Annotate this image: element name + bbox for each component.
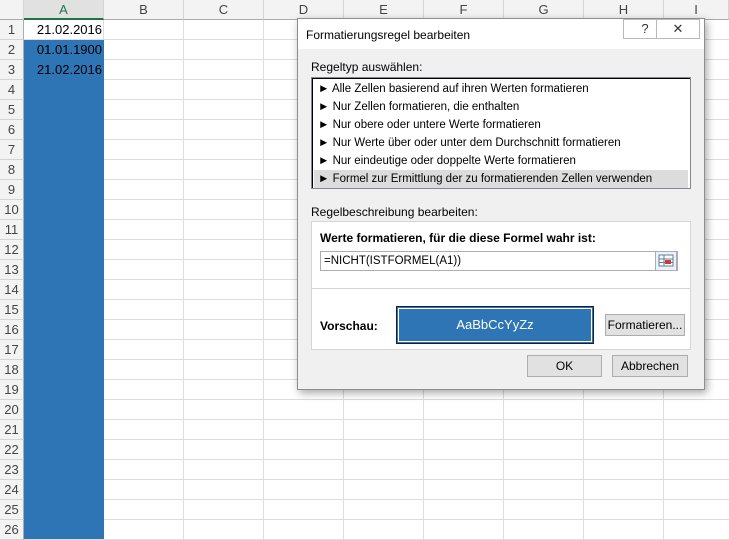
gridline-horizontal <box>24 459 729 460</box>
ruletype-item[interactable]: ► Nur Werte über oder unter dem Durchsch… <box>318 134 684 152</box>
row-header-24[interactable]: 24 <box>0 480 24 500</box>
row-header-13[interactable]: 13 <box>0 260 24 280</box>
select-all-corner[interactable] <box>0 0 24 20</box>
row-header-25[interactable]: 25 <box>0 500 24 520</box>
ruletype-label: Regeltyp auswählen: <box>311 60 423 74</box>
row-header-6[interactable]: 6 <box>0 120 24 140</box>
column-header-g[interactable]: G <box>504 0 584 20</box>
gridline-horizontal <box>24 419 729 420</box>
ruletype-item[interactable]: ► Nur eindeutige oder doppelte Werte for… <box>318 152 684 170</box>
ok-button[interactable]: OK <box>527 355 602 377</box>
ruletype-list[interactable]: ► Alle Zellen basierend auf ihren Werten… <box>311 77 691 189</box>
format-button[interactable]: Formatieren... <box>605 314 685 336</box>
dialog-title: Formatierungsregel bearbeiten <box>306 28 471 42</box>
row-header-2[interactable]: 2 <box>0 40 24 60</box>
row-header-20[interactable]: 20 <box>0 400 24 420</box>
format-rule-dialog: Formatierungsregel bearbeiten ? ✕ Regelt… <box>297 18 705 390</box>
dialog-titlebar[interactable]: Formatierungsregel bearbeiten ? ✕ <box>298 19 704 49</box>
column-header-a[interactable]: A <box>24 0 104 20</box>
description-label: Regelbeschreibung bearbeiten: <box>311 205 478 219</box>
row-header-22[interactable]: 22 <box>0 440 24 460</box>
formula-value: =NICHT(ISTFORMEL(A1)) <box>324 255 462 267</box>
gridline-horizontal <box>24 499 729 500</box>
gridline-horizontal <box>24 439 729 440</box>
description-separator <box>312 288 690 289</box>
cell-a3[interactable]: 21.02.2016 <box>24 60 102 80</box>
row-header-3[interactable]: 3 <box>0 60 24 80</box>
column-header-i[interactable]: I <box>664 0 729 20</box>
ruletype-item[interactable]: ► Nur obere oder untere Werte formatiere… <box>318 116 684 134</box>
row-header-16[interactable]: 16 <box>0 320 24 340</box>
row-header-17[interactable]: 17 <box>0 340 24 360</box>
row-header-1[interactable]: 1 <box>0 20 24 40</box>
formula-label: Werte formatieren, für die diese Formel … <box>320 231 596 245</box>
column-header-b[interactable]: B <box>104 0 184 20</box>
row-header-21[interactable]: 21 <box>0 420 24 440</box>
row-header-10[interactable]: 10 <box>0 200 24 220</box>
row-header-14[interactable]: 14 <box>0 280 24 300</box>
ruletype-item[interactable]: ► Nur Zellen formatieren, die enthalten <box>318 98 684 116</box>
row-header-23[interactable]: 23 <box>0 460 24 480</box>
formula-input[interactable]: =NICHT(ISTFORMEL(A1)) <box>320 251 678 271</box>
column-header-e[interactable]: E <box>344 0 424 20</box>
row-header-12[interactable]: 12 <box>0 240 24 260</box>
format-preview: AaBbCcYyZz <box>396 306 594 344</box>
row-header-5[interactable]: 5 <box>0 100 24 120</box>
row-header-7[interactable]: 7 <box>0 140 24 160</box>
rule-description-panel: Werte formatieren, für die diese Formel … <box>311 221 691 350</box>
row-header-8[interactable]: 8 <box>0 160 24 180</box>
row-header-26[interactable]: 26 <box>0 520 24 540</box>
gridline-horizontal <box>24 479 729 480</box>
help-icon: ? <box>641 21 649 36</box>
range-select-button[interactable] <box>655 251 677 271</box>
row-header-15[interactable]: 15 <box>0 300 24 320</box>
column-header-d[interactable]: D <box>264 0 344 20</box>
ruletype-item-selected[interactable]: ► Formel zur Ermittlung der zu formatier… <box>314 170 688 188</box>
row-header-4[interactable]: 4 <box>0 80 24 100</box>
gridline-horizontal <box>24 399 729 400</box>
close-icon: ✕ <box>672 21 684 36</box>
selected-range-fill <box>24 40 104 539</box>
row-header-18[interactable]: 18 <box>0 360 24 380</box>
cell-a2[interactable]: 01.01.1900 <box>24 40 102 60</box>
close-button[interactable]: ✕ <box>656 19 700 39</box>
row-header-19[interactable]: 19 <box>0 380 24 400</box>
preview-label: Vorschau: <box>320 319 378 333</box>
row-header-11[interactable]: 11 <box>0 220 24 240</box>
cancel-button[interactable]: Abbrechen <box>612 355 688 377</box>
column-header-f[interactable]: F <box>424 0 504 20</box>
column-header-c[interactable]: C <box>184 0 264 20</box>
column-header-h[interactable]: H <box>584 0 664 20</box>
row-header-9[interactable]: 9 <box>0 180 24 200</box>
range-select-icon <box>658 254 674 267</box>
gridline-horizontal <box>24 519 729 520</box>
ruletype-item[interactable]: ► Alle Zellen basierend auf ihren Werten… <box>318 80 684 98</box>
cell-a1[interactable]: 21.02.2016 <box>24 20 102 40</box>
